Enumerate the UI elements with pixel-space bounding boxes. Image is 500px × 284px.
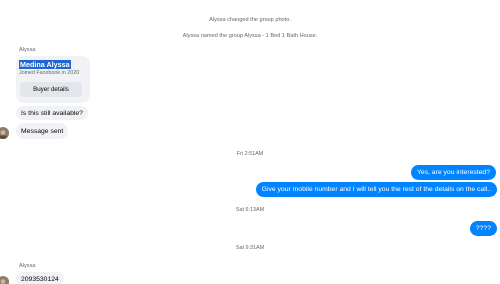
sender-avatar[interactable]: [0, 127, 9, 139]
sender-name: Alyssa: [19, 47, 36, 53]
outgoing-message-interested[interactable]: Yes, are you interested?: [410, 165, 496, 180]
timestamp-sat-later: Sat 9:31AM: [235, 245, 265, 251]
outgoing-message-mobile-number[interactable]: Give your mobile number and I will tell …: [255, 182, 497, 197]
buyer-joined-text: Joined Facebook in 2020: [19, 70, 80, 76]
avatar-image: [0, 277, 9, 284]
outgoing-message-question-marks[interactable]: ????: [469, 221, 497, 236]
incoming-message-phone-number[interactable]: 2093530124: [16, 272, 64, 284]
timestamp-fri: Fri 2:51AM: [236, 151, 264, 157]
timestamp-sat-morning: Sat 6:13AM: [235, 207, 265, 213]
sender-avatar-second[interactable]: [0, 276, 9, 284]
sender-name-second: Alyssa: [19, 263, 36, 269]
incoming-message-availability[interactable]: Is this still available?: [16, 106, 88, 120]
system-message-photo: Alyssa changed the group photo.: [209, 17, 291, 23]
buyer-name[interactable]: Medina Alyssa: [19, 60, 71, 69]
buyer-info-card: Medina Alyssa Joined Facebook in 2020 Bu…: [16, 56, 90, 103]
buyer-details-button[interactable]: Buyer details: [20, 82, 82, 97]
incoming-message-sent[interactable]: Message sent: [16, 123, 69, 139]
avatar-image: [0, 128, 9, 139]
system-message-rename: Alyssa named the group Alyssa - 1 Bed 1 …: [182, 33, 318, 39]
